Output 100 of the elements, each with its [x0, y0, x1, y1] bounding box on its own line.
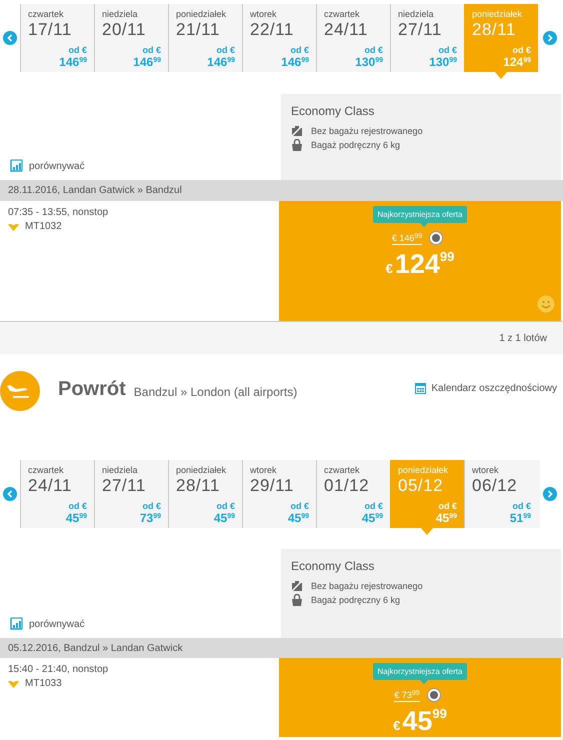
weekday-label: poniedziałek — [472, 9, 522, 19]
crossed-suitcase-icon — [291, 580, 303, 592]
from-label: od € — [216, 501, 235, 511]
compare-link[interactable]: porównywać — [29, 619, 85, 630]
plane-landing-icon — [0, 371, 40, 411]
date-label: 24/11 — [324, 20, 368, 40]
date-tab[interactable]: wtorek 22/11 od € 146$^{99}$ — [242, 4, 316, 72]
date-label: 28/11 — [472, 20, 516, 40]
chevron-right-icon — [547, 34, 553, 42]
offer-price: 45$^{99}$ — [402, 706, 447, 737]
from-label: od € — [142, 501, 161, 511]
from-label: od € — [512, 45, 531, 55]
date-tab[interactable]: czwartek 17/11 od € 146$^{99}$ — [20, 4, 94, 72]
from-label: od € — [364, 501, 383, 511]
old-price: € 146$^{99}$ — [392, 231, 422, 245]
weekday-label: wtorek — [250, 465, 277, 475]
date-label: 29/11 — [250, 476, 294, 496]
from-label: od € — [216, 45, 235, 55]
date-label: 01/12 — [324, 476, 370, 496]
price-label: 130$^{99}$ — [355, 55, 383, 69]
date-tab[interactable]: poniedziałek 21/11 od € 146$^{99}$ — [168, 4, 242, 72]
chart-icon[interactable] — [10, 617, 23, 630]
date-tab[interactable]: niedziela 27/11 od € 73$^{99}$ — [94, 460, 168, 528]
from-label: od € — [142, 45, 161, 55]
chart-icon[interactable] — [10, 159, 23, 172]
date-tab[interactable]: czwartek 24/11 od € 45$^{99}$ — [20, 460, 94, 528]
baggage-info: Bez bagażu rejestrowanego — [311, 126, 423, 136]
from-label: od € — [290, 45, 309, 55]
next-dates-button[interactable] — [543, 487, 557, 501]
radio-button[interactable] — [428, 689, 440, 701]
date-tab[interactable]: czwartek 24/11 od € 130$^{99}$ — [316, 4, 390, 72]
price-label: 146$^{99}$ — [133, 55, 161, 69]
date-label: 28/11 — [176, 476, 220, 496]
from-label: od € — [512, 501, 531, 511]
route-label: Bandzul » London (all airports) — [134, 385, 298, 399]
date-label: 17/11 — [28, 20, 72, 40]
weekday-label: niedziela — [102, 465, 138, 475]
weekday-label: czwartek — [28, 9, 64, 19]
fare-class-title: Economy Class — [291, 104, 374, 118]
calendar-link[interactable]: Kalendarz oszczędnościowy — [431, 382, 557, 394]
date-label: 22/11 — [250, 20, 294, 40]
airline-logo-icon — [8, 222, 19, 230]
calendar-icon[interactable] — [415, 382, 426, 394]
date-label: 21/11 — [176, 20, 220, 40]
price-label: 51$^{99}$ — [510, 511, 531, 525]
price-label: 124$^{99}$ — [503, 55, 531, 69]
previous-dates-button[interactable] — [3, 487, 17, 501]
date-tab[interactable]: wtorek 29/11 od € 45$^{99}$ — [242, 460, 316, 528]
flight-number: MT1033 — [25, 678, 62, 689]
currency-symbol: € — [393, 718, 400, 733]
radio-button[interactable] — [430, 232, 442, 244]
from-label: od € — [290, 501, 309, 511]
weekday-label: czwartek — [28, 465, 64, 475]
route-date: 28.11.2016, Landan Gatwick » Bandzul — [8, 185, 182, 196]
baggage-info: Bagaż podręczny 6 kg — [311, 140, 400, 150]
section-title: Powrót — [58, 378, 126, 401]
next-dates-button[interactable] — [543, 31, 557, 45]
weekday-label: poniedziałek — [176, 9, 226, 19]
bag-icon — [291, 139, 303, 151]
baggage-info: Bez bagażu rejestrowanego — [311, 581, 423, 591]
date-tab[interactable]: wtorek 06/12 od € 51$^{99}$ — [464, 460, 538, 528]
offer-price: 124$^{99}$ — [394, 249, 454, 280]
from-label: od € — [438, 45, 457, 55]
price-label: 45$^{99}$ — [288, 511, 309, 525]
weekday-label: poniedziałek — [176, 465, 226, 475]
from-label: od € — [438, 501, 457, 511]
flight-times: 07:35 - 13:55, nonstop — [8, 207, 108, 218]
date-tab[interactable]: niedziela 20/11 od € 146$^{99}$ — [94, 4, 168, 72]
weekday-label: czwartek — [324, 465, 360, 475]
pointer-icon — [495, 72, 507, 79]
weekday-label: poniedziałek — [398, 465, 448, 475]
price-label: 130$^{99}$ — [429, 55, 457, 69]
baggage-info: Bagaż podręczny 6 kg — [311, 595, 400, 605]
weekday-label: wtorek — [472, 465, 499, 475]
price-label: 146$^{99}$ — [59, 55, 87, 69]
price-label: 45$^{99}$ — [66, 511, 87, 525]
date-tab[interactable]: poniedziałek 28/11 od € 45$^{99}$ — [168, 460, 242, 528]
bag-icon — [291, 594, 303, 606]
chevron-right-icon — [547, 490, 553, 498]
from-label: od € — [364, 45, 383, 55]
price-label: 45$^{99}$ — [214, 511, 235, 525]
chevron-left-icon — [7, 490, 13, 498]
airline-logo-icon — [8, 680, 19, 688]
flight-times: 15:40 - 21:40, nonstop — [8, 664, 108, 675]
pagination-text: 1 z 1 lotów — [499, 332, 547, 344]
weekday-label: niedziela — [398, 9, 434, 19]
from-label: od € — [68, 501, 87, 511]
weekday-label: czwartek — [324, 9, 360, 19]
previous-dates-button[interactable] — [3, 31, 17, 45]
date-label: 27/11 — [398, 20, 442, 40]
pointer-icon — [421, 528, 433, 535]
date-label: 06/12 — [472, 476, 518, 496]
price-label: 73$^{99}$ — [140, 511, 161, 525]
weekday-label: wtorek — [250, 9, 277, 19]
crossed-suitcase-icon — [291, 125, 303, 137]
date-label: 20/11 — [102, 20, 146, 40]
weekday-label: niedziela — [102, 9, 138, 19]
price-label: 45$^{99}$ — [436, 511, 457, 525]
flight-number: MT1032 — [25, 221, 62, 232]
compare-link[interactable]: porównywać — [29, 161, 85, 172]
